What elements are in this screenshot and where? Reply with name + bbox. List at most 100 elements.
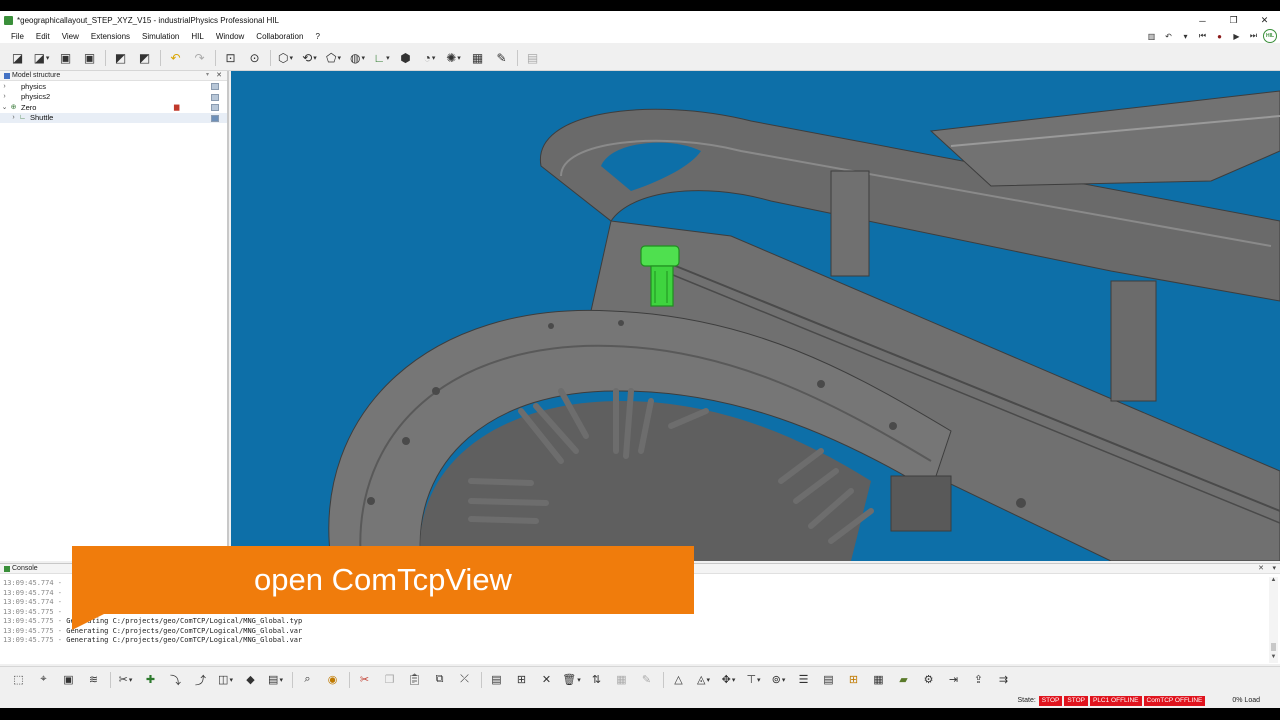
scroll-down-icon[interactable]: ▼ [1269, 654, 1278, 663]
menu-extensions[interactable]: Extensions [85, 32, 136, 41]
shape-icon[interactable]: ◬ [694, 670, 713, 689]
add-sheet-icon[interactable]: ⊞ [844, 670, 863, 689]
skip-start-icon[interactable]: ⏮ [1195, 30, 1210, 42]
scroll-up-icon[interactable]: ▲ [1269, 577, 1278, 586]
rotate-view-icon[interactable]: ⟲ [300, 48, 319, 67]
add-node-icon[interactable]: ✚ [141, 670, 160, 689]
sensor-icon[interactable]: ▰ [894, 670, 913, 689]
list-icon[interactable]: ☰ [794, 670, 813, 689]
pin-icon[interactable]: ▾ [206, 71, 209, 78]
menu-view[interactable]: View [56, 32, 85, 41]
prism-icon[interactable]: △ [669, 670, 688, 689]
connect-icon[interactable]: ⇉ [994, 670, 1013, 689]
select-icon[interactable]: ⬚ [9, 670, 28, 689]
menu-hil[interactable]: HIL [185, 32, 209, 41]
menu-file[interactable]: File [0, 32, 30, 41]
layers-icon[interactable]: ≋ [84, 670, 103, 689]
inspect-icon[interactable]: ⌕ [298, 670, 317, 689]
menu-collaboration[interactable]: Collaboration [250, 32, 309, 41]
redo-icon[interactable]: ↷ [190, 48, 209, 67]
paste-icon[interactable]: 📋︎ [405, 670, 424, 689]
hil-badge[interactable]: HIL [1263, 29, 1277, 43]
visibility-icon[interactable] [211, 93, 219, 101]
zoom-selection-icon[interactable]: ⊙ [245, 48, 264, 67]
physics-icon[interactable]: ◉ [323, 670, 342, 689]
export-arrow-icon[interactable]: ⇪ [969, 670, 988, 689]
trash-icon[interactable]: 🗑︎ [562, 670, 581, 689]
close-icon[interactable]: ✕ [216, 71, 222, 79]
render-mode-icon[interactable]: ◍ [348, 48, 367, 67]
import-model-icon[interactable]: ▤ [266, 670, 285, 689]
import-icon[interactable]: ◩ [111, 48, 130, 67]
cube-icon[interactable]: ◆ [241, 670, 260, 689]
export-icon[interactable]: ◩ [135, 48, 154, 67]
tree-item-physics2[interactable]: › physics2 [0, 92, 227, 103]
save-icon[interactable]: ▣ [56, 48, 75, 67]
play-icon[interactable]: ▶ [1229, 30, 1244, 42]
axes-icon[interactable]: ∟ [372, 48, 391, 67]
projection-icon[interactable]: ⬠ [324, 48, 343, 67]
visibility-icon[interactable] [211, 104, 219, 111]
undo-icon[interactable]: ↶ [166, 48, 185, 67]
3d-viewport[interactable] [231, 71, 1280, 561]
cut-icon[interactable]: ✂ [355, 670, 374, 689]
chevron-right-icon[interactable]: › [0, 93, 9, 100]
open-icon[interactable]: ◪ [8, 48, 27, 67]
simulation-controls: ▥ ↶ ▾ ⏮ ● ▶ ⏭ HIL [1144, 28, 1280, 44]
menu-edit[interactable]: Edit [30, 32, 56, 41]
screenshot-icon[interactable]: ▤ [523, 48, 542, 67]
group-icon[interactable]: ⧉ [430, 670, 449, 689]
light-icon[interactable]: ◔ [420, 48, 439, 67]
move-icon[interactable]: ✥ [719, 670, 738, 689]
scene-render[interactable] [231, 71, 1280, 561]
chevron-down-icon[interactable]: ⌄ [0, 103, 9, 111]
back-icon[interactable]: ↶ [1161, 30, 1176, 42]
delete-icon[interactable]: ✕ [537, 670, 556, 689]
measure-icon[interactable]: ✎ [492, 48, 511, 67]
forward-icon[interactable]: ⇥ [944, 670, 963, 689]
gear-icon[interactable]: ⚙ [919, 670, 938, 689]
shield-icon[interactable]: ⬢ [396, 48, 415, 67]
menu-simulation[interactable]: Simulation [136, 32, 185, 41]
view-cube-icon[interactable]: ⬡ [276, 48, 295, 67]
record-icon[interactable]: ● [1212, 30, 1227, 42]
close-icon[interactable]: ✕ [1258, 564, 1264, 572]
transform-icon[interactable]: ⤫ [455, 670, 474, 689]
align-icon[interactable]: ⊤ [744, 670, 763, 689]
cut-shape-icon[interactable]: ✂ [116, 670, 135, 689]
library-icon[interactable]: ▣ [59, 670, 78, 689]
filter-icon[interactable]: ▤ [487, 670, 506, 689]
camera-icon[interactable]: ◫ [216, 670, 235, 689]
tree-item-shuttle[interactable]: › ∟ Shuttle [0, 112, 227, 123]
menu-window[interactable]: Window [210, 32, 250, 41]
tree-item-physics[interactable]: › physics [0, 81, 227, 92]
zoom-fit-icon[interactable]: ⊡ [221, 48, 240, 67]
visibility-icon[interactable] [211, 114, 219, 122]
chevron-right-icon[interactable]: › [9, 114, 18, 121]
open-recent-icon[interactable]: ◪ [32, 48, 51, 67]
step-icon[interactable]: ⏭ [1246, 30, 1261, 42]
sort-icon[interactable]: ⇅ [587, 670, 606, 689]
pick-icon[interactable]: ⌖ [34, 670, 53, 689]
tree-item-zero[interactable]: ⌄ ⊕ Zero ▆ [0, 102, 227, 113]
grid-icon[interactable]: ▦ [468, 48, 487, 67]
snap-icon[interactable]: ⊞ [512, 670, 531, 689]
boolean-icon[interactable]: ⊚ [769, 670, 788, 689]
settings-icon[interactable]: ✺ [444, 48, 463, 67]
edit-icon[interactable]: ✎ [637, 670, 656, 689]
console-scrollbar[interactable]: ▲ ▼ [1269, 577, 1278, 663]
visibility-icon[interactable] [211, 83, 219, 90]
barcode-icon[interactable]: ▥ [1144, 30, 1159, 42]
save-as-icon[interactable]: ▣ [80, 48, 99, 67]
scroll-thumb[interactable] [1271, 643, 1276, 651]
menu-help[interactable]: ? [309, 32, 325, 41]
table-icon[interactable]: ▦ [612, 670, 631, 689]
copy-icon[interactable]: ❐ [380, 670, 399, 689]
add-sibling-icon[interactable]: ⤴ [191, 670, 210, 689]
pin-icon[interactable]: ▾ [1272, 564, 1276, 572]
calc-icon[interactable]: ▦ [869, 670, 888, 689]
add-child-icon[interactable]: ⤵ [166, 670, 185, 689]
chevron-down-icon[interactable]: ▾ [1178, 30, 1193, 42]
chevron-right-icon[interactable]: › [0, 83, 9, 90]
sheet-icon[interactable]: ▤ [819, 670, 838, 689]
